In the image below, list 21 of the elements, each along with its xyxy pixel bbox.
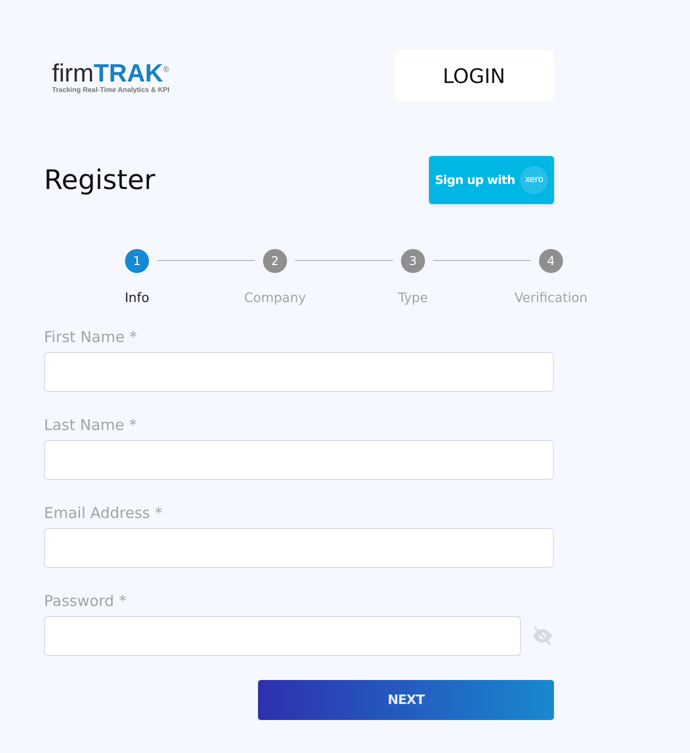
input-field[interactable] — [44, 528, 554, 568]
input-field[interactable] — [44, 440, 554, 480]
step-label: Company — [244, 291, 306, 306]
field-label: First Name * — [44, 328, 138, 346]
step-label: Verification — [514, 291, 588, 306]
hidden-eye-icon[interactable] — [531, 626, 554, 646]
logo-wordmark: firmTRAK$^{®}$ — [52, 58, 170, 86]
step-label: Info — [124, 291, 150, 306]
field-label: Password * — [44, 592, 128, 610]
step-number: 2 — [263, 249, 287, 273]
step-number: 1 — [125, 249, 149, 273]
input-field[interactable] — [44, 616, 521, 656]
input-field[interactable] — [44, 352, 554, 392]
step-number: 4 — [539, 249, 563, 273]
login-button[interactable]: LOGIN — [394, 50, 554, 101]
step-label: Type — [398, 291, 428, 306]
step-number: 3 — [401, 249, 425, 273]
page-title: Register — [44, 164, 156, 196]
field-label: Last Name * — [44, 416, 138, 434]
field-label: Email Address * — [44, 504, 164, 522]
next-button[interactable]: NEXT — [258, 680, 554, 720]
